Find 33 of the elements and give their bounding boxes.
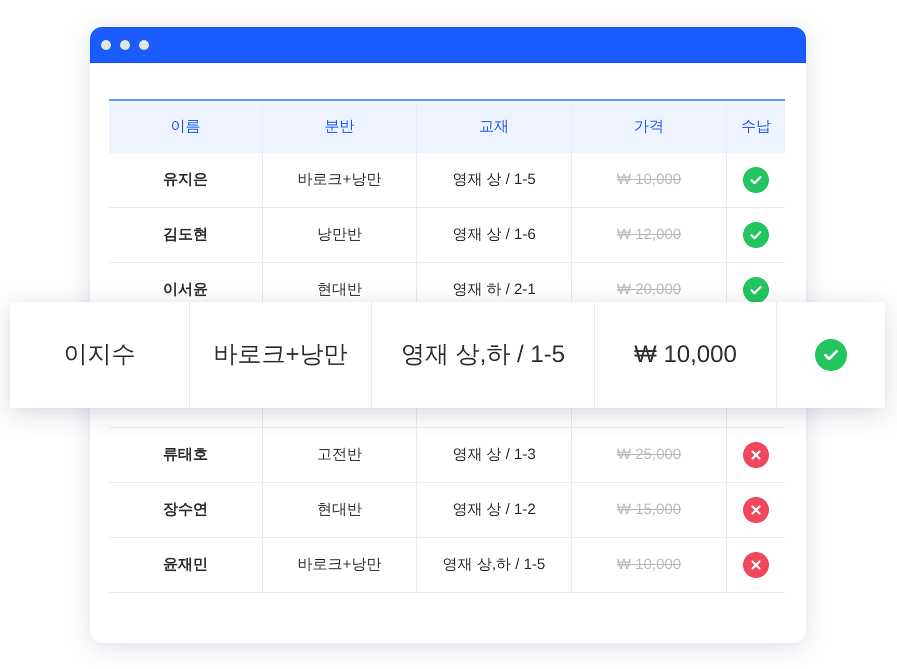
- table-cell-text: 현대반: [317, 500, 362, 520]
- table-cell-text: 이지수: [64, 340, 136, 370]
- table-cell-text: 바로크+낭만: [298, 554, 382, 575]
- price-text: ₩ 10,000: [634, 340, 737, 370]
- price-text: ₩ 25,000: [616, 444, 682, 465]
- price-text: ₩ 10,000: [616, 170, 682, 190]
- table-cell-text: 현대반: [317, 280, 362, 300]
- table-cell-text: 영재 상,하 / 1-5: [442, 554, 546, 575]
- column-header: 분반: [324, 116, 354, 137]
- table-cell-text: 영재 상 / 1-5: [452, 170, 536, 190]
- table-cell-text: 바로크+낭만: [298, 170, 382, 190]
- column-header: 교재: [479, 116, 509, 137]
- column-header: 수납: [741, 116, 771, 137]
- table-cell-text: 고전반: [317, 444, 362, 465]
- price-text: ₩ 12,000: [616, 224, 682, 245]
- column-header: 가격: [634, 116, 664, 137]
- table-cell-text: 유지은: [163, 170, 208, 190]
- table-cell-text: 낭만반: [317, 224, 362, 245]
- table-cell-text: 영재 상,하 / 1-5: [400, 340, 566, 370]
- table-cell-text: 바로크+낭만: [213, 340, 348, 370]
- table-cell-text: 이서윤: [163, 280, 208, 300]
- table-cell-text: 영재 하 / 2-1: [452, 280, 536, 300]
- table-cell-text: 장수연: [163, 500, 208, 520]
- table-cell-text: 영재 상 / 1-6: [452, 224, 536, 245]
- table-cell-text: 영재 상 / 1-3: [452, 444, 536, 465]
- column-header: 이름: [170, 116, 200, 137]
- table-cell-text: 김도현: [163, 224, 208, 245]
- table-cell-text: 영재 상 / 1-2: [452, 500, 536, 520]
- table-cell-text: 윤재민: [163, 554, 208, 575]
- price-text: ₩ 10,000: [616, 554, 682, 575]
- table-cell-text: 류태호: [163, 444, 208, 465]
- price-text: ₩ 20,000: [616, 280, 682, 300]
- price-text: ₩ 15,000: [616, 500, 682, 520]
